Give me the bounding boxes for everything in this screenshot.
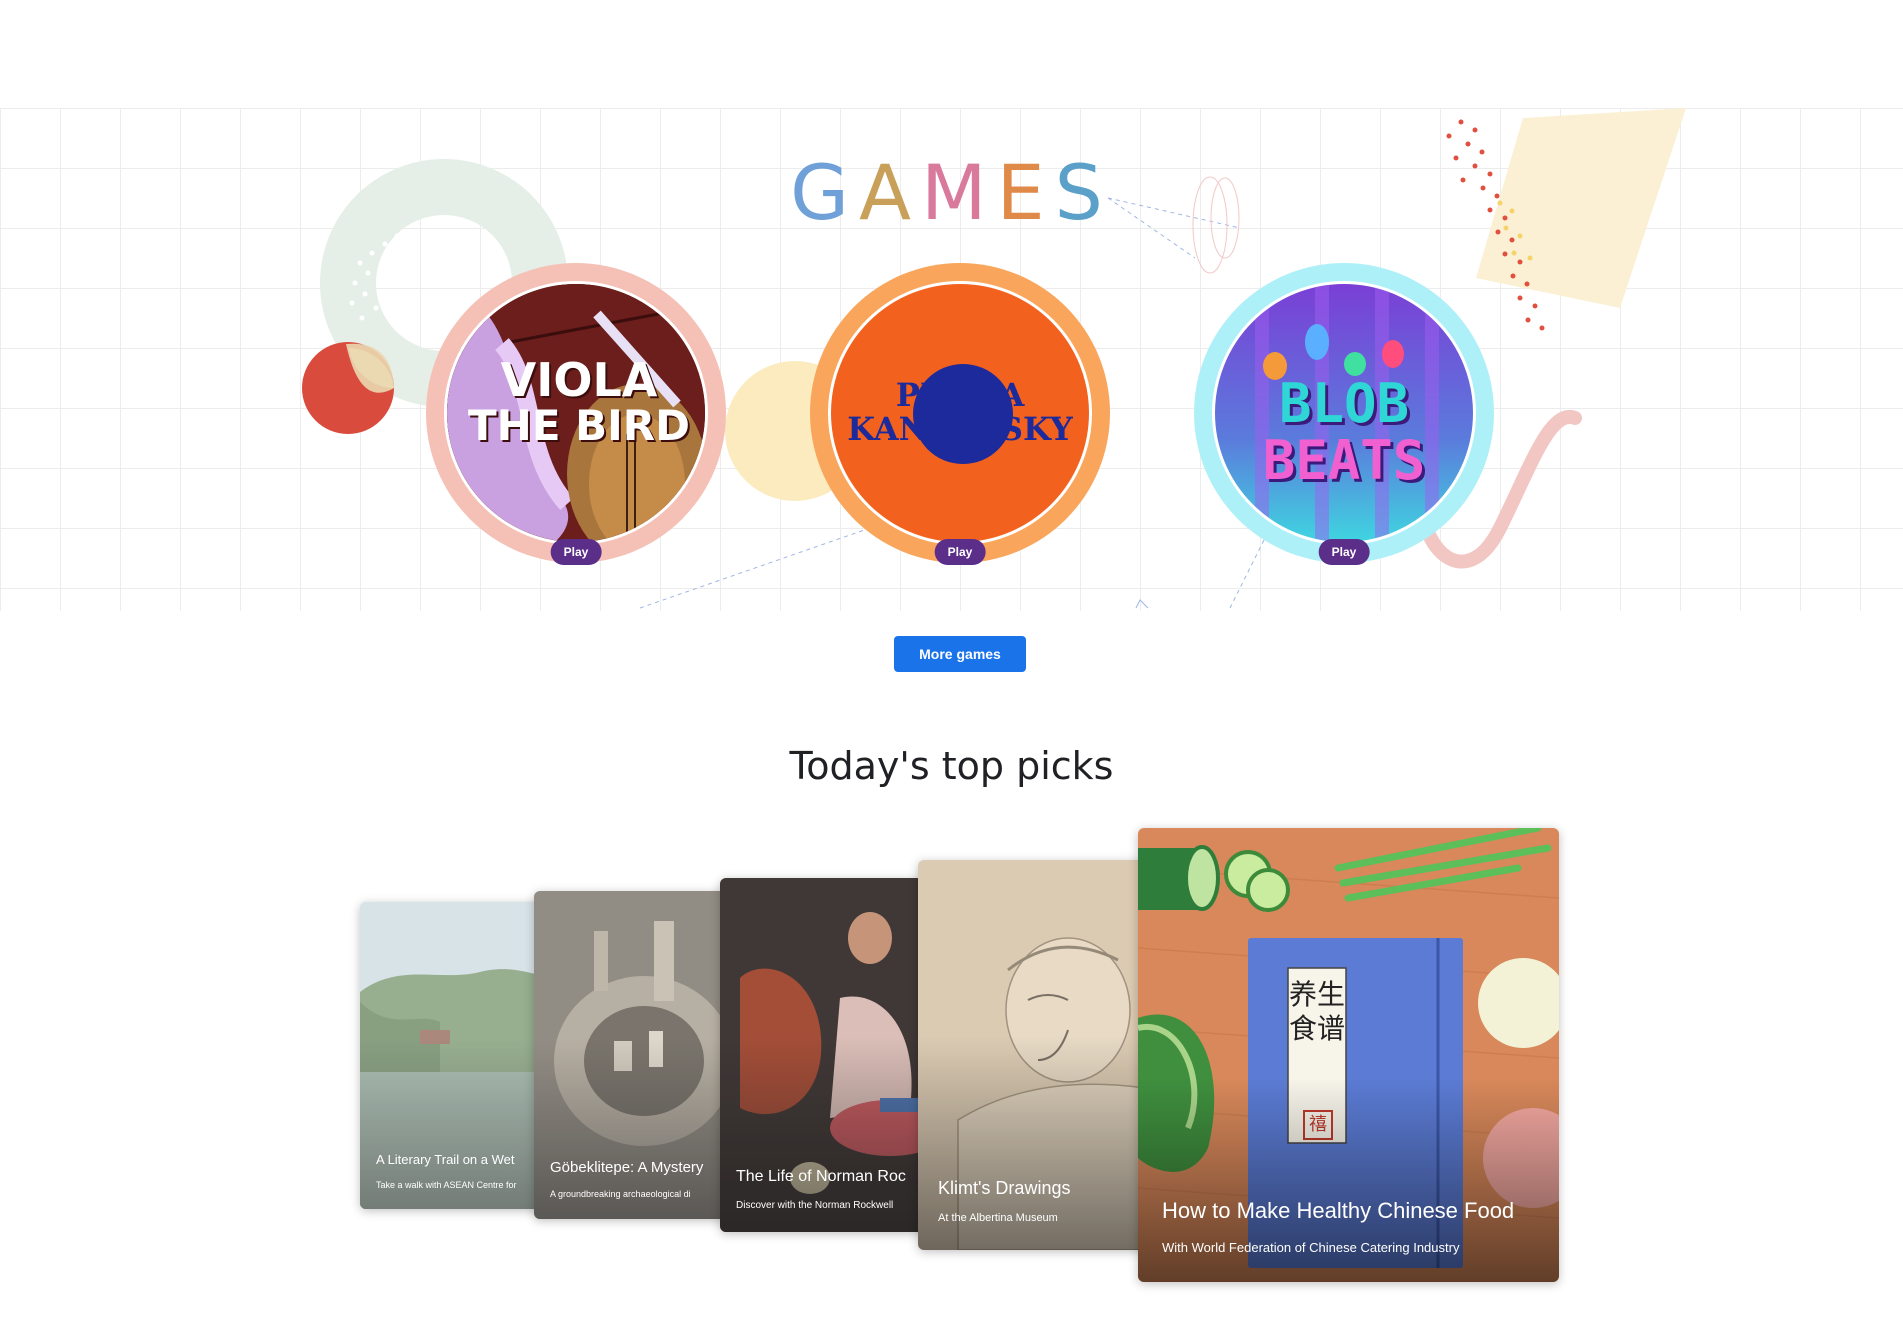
- blob-art-line1: BLOB: [1278, 372, 1410, 435]
- game-card-play-a-kandinsky[interactable]: PLAY A KANDINSKY Play: [810, 263, 1110, 565]
- game-art-viola: VIOLA THE BIRD: [444, 281, 708, 545]
- games-title-letter: E: [996, 148, 1055, 237]
- games-section: GAMES VIOLA THE BIRD Play PLAY A KANDINS…: [0, 108, 1903, 611]
- blob-art-line2: BEATS: [1262, 428, 1426, 492]
- pick-card-klimt-drawings[interactable]: Klimt's Drawings At the Albertina Museum: [918, 860, 1158, 1250]
- pick-card-norman-rockwell[interactable]: The Life of Norman Roc Discover with the…: [720, 878, 942, 1232]
- viola-art-line2: THE BIRD: [468, 401, 690, 451]
- pick-card-healthy-chinese-food[interactable]: 养生食谱 禧 How to Make Healthy Chinese Food …: [1138, 828, 1559, 1282]
- pick-title: Göbeklitepe: A Mystery: [550, 1159, 704, 1176]
- games-title-letter: A: [859, 148, 922, 237]
- play-viola-the-bird-button[interactable]: Play: [550, 539, 602, 565]
- pick-card-literary-trail[interactable]: A Literary Trail on a Wet Take a walk wi…: [360, 902, 552, 1209]
- play-blob-beats-button[interactable]: Play: [1318, 539, 1370, 565]
- kandinsky-art-line1: PLAY A: [895, 376, 1025, 414]
- viola-art-text: VIOLA THE BIRD: [447, 353, 705, 451]
- blob-art-text: BLOB BEATS: [1215, 372, 1473, 492]
- book-title: 养生食谱: [1288, 978, 1345, 1045]
- pick-title: Klimt's Drawings: [938, 1178, 1071, 1198]
- pick-title: The Life of Norman Roc: [736, 1168, 906, 1185]
- kandinsky-art-line2: KANDINSKY: [847, 409, 1073, 448]
- games-title-letter: M: [921, 148, 997, 237]
- game-art-kandinsky: PLAY A KANDINSKY: [828, 281, 1092, 545]
- pick-subtitle: With World Federation of Chinese Caterin…: [1162, 1240, 1460, 1255]
- games-title: GAMES: [0, 148, 1903, 237]
- game-art-blob-beats: BLOB BEATS: [1212, 281, 1476, 545]
- kandinsky-art-text: PLAY A KANDINSKY: [831, 376, 1089, 448]
- viola-art-line1: VIOLA: [500, 353, 658, 407]
- pick-title: How to Make Healthy Chinese Food: [1162, 1198, 1515, 1223]
- game-card-blob-beats[interactable]: BLOB BEATS Play: [1194, 263, 1494, 565]
- more-games-button[interactable]: More games: [894, 636, 1026, 672]
- pick-subtitle: At the Albertina Museum: [938, 1212, 1058, 1224]
- games-title-letter: G: [790, 148, 860, 237]
- todays-top-picks-title: Today's top picks: [789, 744, 1114, 788]
- games-title-letter: S: [1054, 148, 1113, 237]
- pick-title: A Literary Trail on a Wet: [376, 1152, 515, 1167]
- pick-subtitle: A groundbreaking archaeological di: [550, 1189, 691, 1199]
- pick-subtitle: Take a walk with ASEAN Centre for: [376, 1180, 517, 1190]
- play-kandinsky-button[interactable]: Play: [934, 539, 986, 565]
- game-card-viola-the-bird[interactable]: VIOLA THE BIRD Play: [426, 263, 726, 565]
- pick-card-gobeklitepe[interactable]: Göbeklitepe: A Mystery A groundbreaking …: [534, 891, 742, 1219]
- pick-subtitle: Discover with the Norman Rockwell: [736, 1200, 894, 1211]
